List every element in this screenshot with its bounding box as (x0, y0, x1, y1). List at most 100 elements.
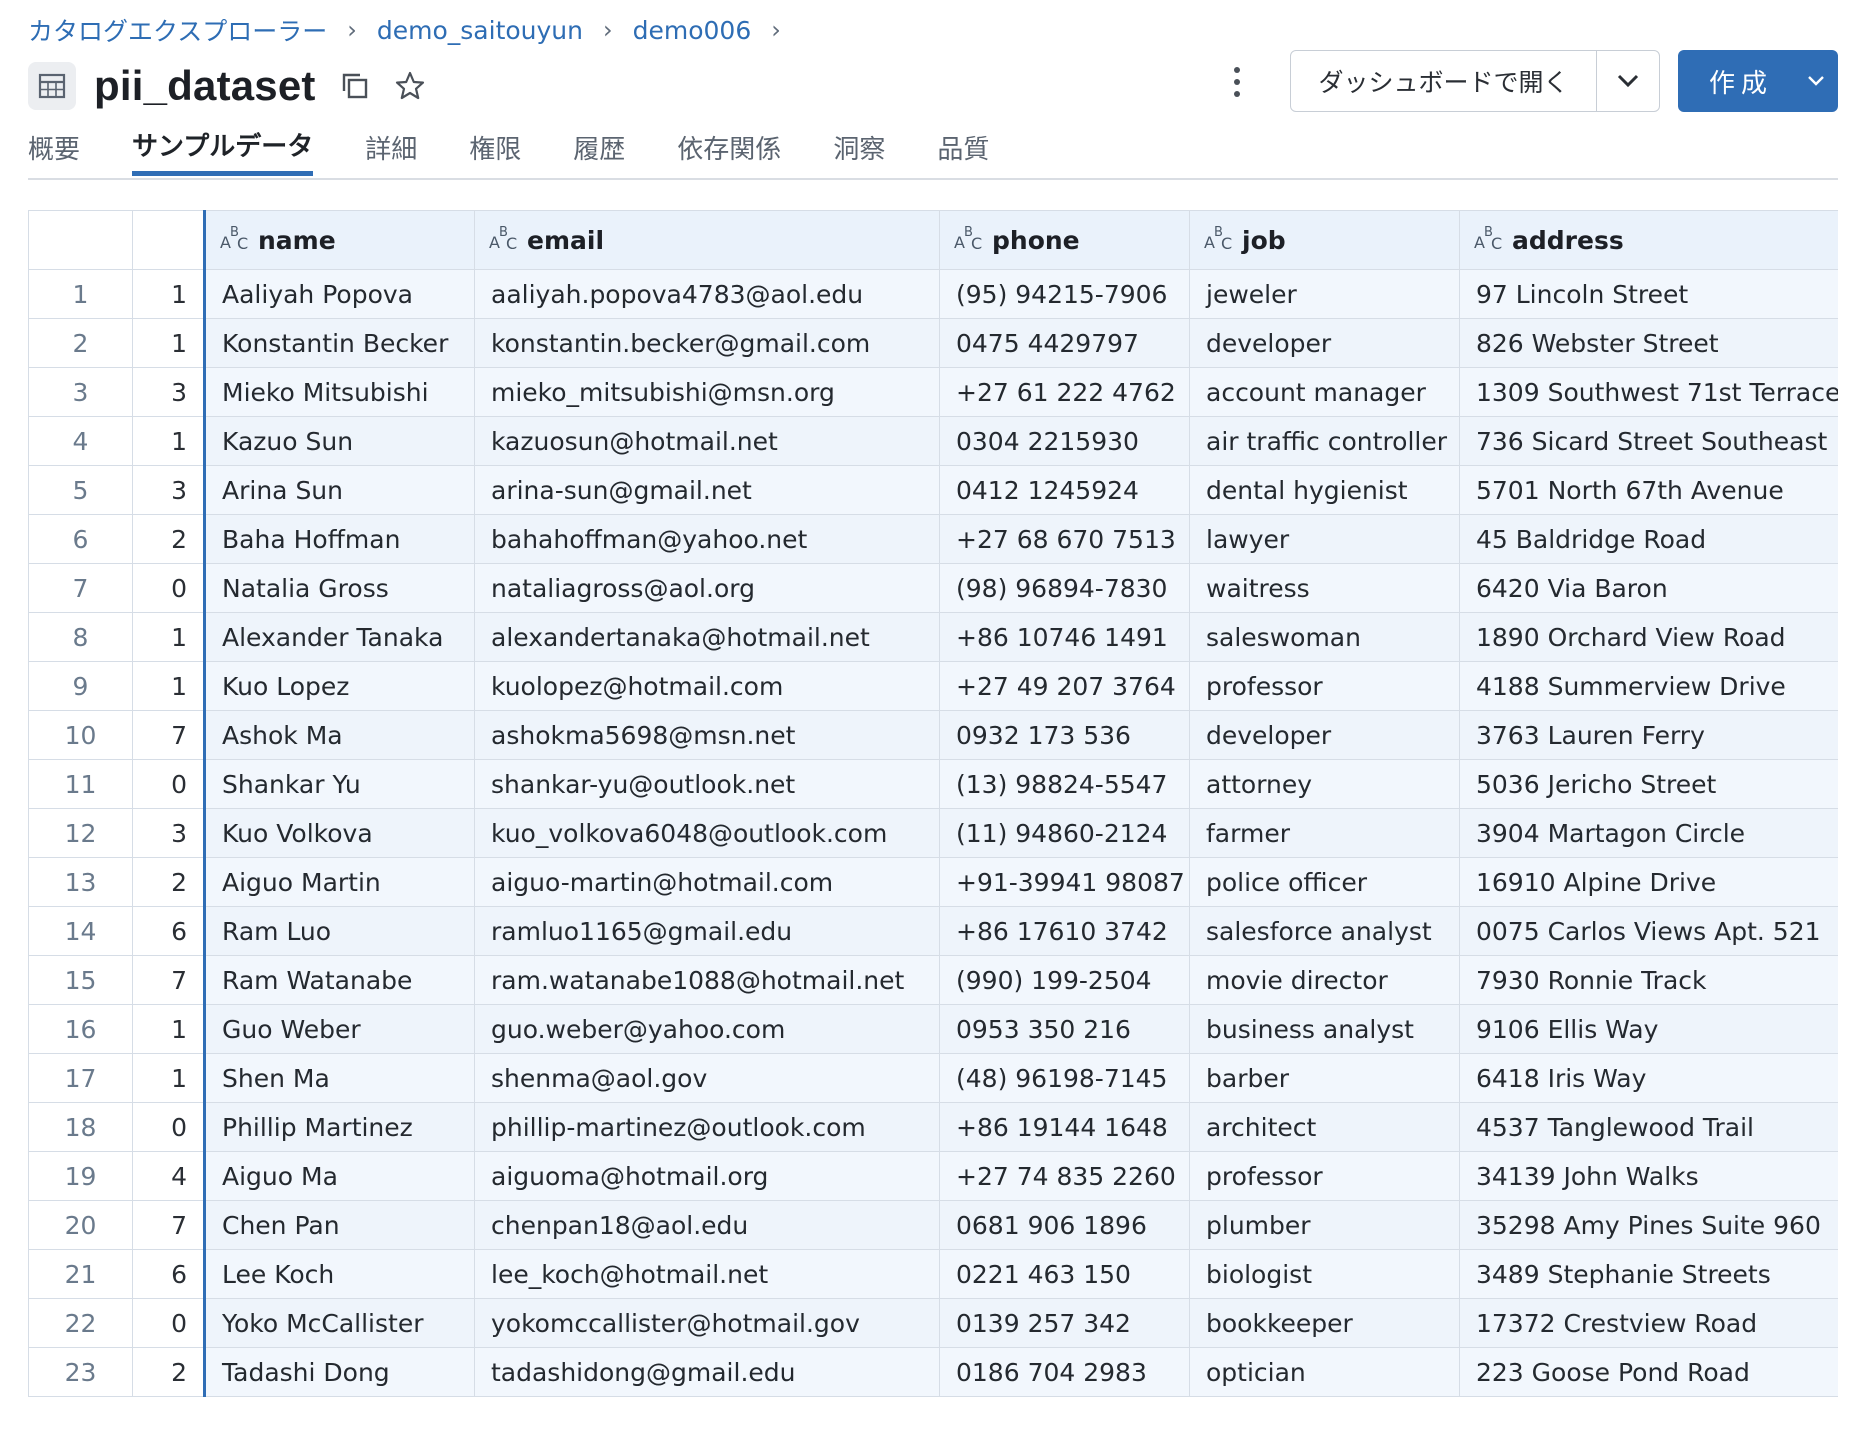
table-cell-address[interactable]: 3763 Lauren Ferry (1459, 710, 1838, 760)
tab-lineage[interactable]: 依存関係 (677, 122, 781, 176)
table-cell-name[interactable]: Alexander Tanaka (203, 612, 475, 662)
row-number-cell[interactable]: 2 (132, 857, 205, 907)
table-cell-email[interactable]: arina-sun@gmail.net (474, 465, 940, 515)
row-number-cell[interactable]: 7 (132, 710, 205, 760)
column-header[interactable]: A B C job (1189, 210, 1460, 270)
table-cell-phone[interactable]: +27 68 670 7513 (939, 514, 1190, 564)
table-cell-email[interactable]: chenpan18@aol.edu (474, 1200, 940, 1250)
table-cell-email[interactable]: ramluo1165@gmail.edu (474, 906, 940, 956)
table-cell-job[interactable]: jeweler (1189, 269, 1460, 319)
tab-overview[interactable]: 概要 (28, 122, 80, 176)
table-cell-email[interactable]: kazuosun@hotmail.net (474, 416, 940, 466)
table-cell-phone[interactable]: 0412 1245924 (939, 465, 1190, 515)
table-cell-phone[interactable]: +86 19144 1648 (939, 1102, 1190, 1152)
table-cell-phone[interactable]: +27 49 207 3764 (939, 661, 1190, 711)
table-cell-name[interactable]: Aiguo Ma (203, 1151, 475, 1201)
table-cell-name[interactable]: Ram Watanabe (203, 955, 475, 1005)
table-cell-address[interactable]: 826 Webster Street (1459, 318, 1838, 368)
table-cell-address[interactable]: 4537 Tanglewood Trail (1459, 1102, 1838, 1152)
table-cell-phone[interactable]: (48) 96198-7145 (939, 1053, 1190, 1103)
table-cell-address[interactable]: 6418 Iris Way (1459, 1053, 1838, 1103)
table-cell-name[interactable]: Arina Sun (203, 465, 475, 515)
row-number-cell[interactable]: 7 (132, 1200, 205, 1250)
table-cell-email[interactable]: kuolopez@hotmail.com (474, 661, 940, 711)
table-cell-email[interactable]: konstantin.becker@gmail.com (474, 318, 940, 368)
table-cell-job[interactable]: professor (1189, 661, 1460, 711)
table-cell-email[interactable]: bahahoffman@yahoo.net (474, 514, 940, 564)
row-number-cell[interactable]: 1 (132, 269, 205, 319)
sample-data-grid[interactable]: A B C name A B C email A B C phone A B C job A B C addr… (28, 210, 1838, 1440)
table-cell-address[interactable]: 7930 Ronnie Track (1459, 955, 1838, 1005)
open-dashboard-button[interactable]: ダッシュボードで開く (1291, 51, 1596, 111)
row-number-cell[interactable]: 3 (132, 367, 205, 417)
table-cell-address[interactable]: 1309 Southwest 71st Terrace (1459, 367, 1838, 417)
table-cell-email[interactable]: shankar-yu@outlook.net (474, 759, 940, 809)
table-cell-phone[interactable]: +86 10746 1491 (939, 612, 1190, 662)
table-cell-job[interactable]: salesforce analyst (1189, 906, 1460, 956)
table-cell-job[interactable]: architect (1189, 1102, 1460, 1152)
table-cell-address[interactable]: 9106 Ellis Way (1459, 1004, 1838, 1054)
tab-details[interactable]: 詳細 (365, 122, 417, 176)
table-cell-email[interactable]: ram.watanabe1088@hotmail.net (474, 955, 940, 1005)
row-number-cell[interactable]: 1 (132, 661, 205, 711)
table-cell-job[interactable]: lawyer (1189, 514, 1460, 564)
table-cell-address[interactable]: 0075 Carlos Views Apt. 521 (1459, 906, 1838, 956)
table-cell-name[interactable]: Yoko McCallister (203, 1298, 475, 1348)
copy-icon[interactable] (340, 71, 370, 101)
row-number-cell[interactable]: 4 (132, 1151, 205, 1201)
table-cell-job[interactable]: bookkeeper (1189, 1298, 1460, 1348)
table-cell-address[interactable]: 5036 Jericho Street (1459, 759, 1838, 809)
star-icon[interactable] (394, 70, 426, 102)
table-cell-name[interactable]: Ram Luo (203, 906, 475, 956)
table-cell-name[interactable]: Lee Koch (203, 1249, 475, 1299)
table-cell-job[interactable]: movie director (1189, 955, 1460, 1005)
table-cell-email[interactable]: guo.weber@yahoo.com (474, 1004, 940, 1054)
table-cell-name[interactable]: Konstantin Becker (203, 318, 475, 368)
table-cell-email[interactable]: lee_koch@hotmail.net (474, 1249, 940, 1299)
table-cell-name[interactable]: Aiguo Martin (203, 857, 475, 907)
table-cell-phone[interactable]: 0932 173 536 (939, 710, 1190, 760)
table-cell-name[interactable]: Ashok Ma (203, 710, 475, 760)
table-cell-name[interactable]: Aaliyah Popova (203, 269, 475, 319)
table-cell-phone[interactable]: (990) 199-2504 (939, 955, 1190, 1005)
tab-quality[interactable]: 品質 (937, 122, 989, 176)
tab-history[interactable]: 履歴 (573, 122, 625, 176)
breadcrumb-schema[interactable]: demo006 (633, 16, 752, 45)
table-cell-job[interactable]: professor (1189, 1151, 1460, 1201)
table-cell-email[interactable]: alexandertanaka@hotmail.net (474, 612, 940, 662)
table-cell-phone[interactable]: 0475 4429797 (939, 318, 1190, 368)
table-cell-name[interactable]: Kuo Lopez (203, 661, 475, 711)
table-cell-job[interactable]: developer (1189, 318, 1460, 368)
table-cell-phone[interactable]: 0221 463 150 (939, 1249, 1190, 1299)
table-cell-phone[interactable]: 0681 906 1896 (939, 1200, 1190, 1250)
table-cell-job[interactable]: dental hygienist (1189, 465, 1460, 515)
table-cell-phone[interactable]: +27 74 835 2260 (939, 1151, 1190, 1201)
table-cell-job[interactable]: air traffic controller (1189, 416, 1460, 466)
table-cell-name[interactable]: Shen Ma (203, 1053, 475, 1103)
table-cell-name[interactable]: Baha Hoffman (203, 514, 475, 564)
table-cell-address[interactable]: 223 Goose Pond Road (1459, 1347, 1838, 1397)
table-cell-name[interactable]: Mieko Mitsubishi (203, 367, 475, 417)
column-header[interactable]: A B C address (1459, 210, 1838, 270)
tab-insights[interactable]: 洞察 (833, 122, 885, 176)
table-cell-name[interactable]: Shankar Yu (203, 759, 475, 809)
row-number-cell[interactable]: 1 (132, 1053, 205, 1103)
row-number-cell[interactable]: 0 (132, 1298, 205, 1348)
table-cell-name[interactable]: Kazuo Sun (203, 416, 475, 466)
tab-sample-data[interactable]: サンプルデータ (132, 122, 314, 176)
table-cell-address[interactable]: 16910 Alpine Drive (1459, 857, 1838, 907)
table-cell-email[interactable]: mieko_mitsubishi@msn.org (474, 367, 940, 417)
table-cell-job[interactable]: biologist (1189, 1249, 1460, 1299)
table-cell-address[interactable]: 35298 Amy Pines Suite 960 (1459, 1200, 1838, 1250)
table-cell-email[interactable]: aaliyah.popova4783@aol.edu (474, 269, 940, 319)
table-cell-job[interactable]: barber (1189, 1053, 1460, 1103)
row-number-cell[interactable]: 6 (132, 1249, 205, 1299)
table-cell-phone[interactable]: (95) 94215-7906 (939, 269, 1190, 319)
table-cell-address[interactable]: 17372 Crestview Road (1459, 1298, 1838, 1348)
table-cell-phone[interactable]: (13) 98824-5547 (939, 759, 1190, 809)
table-cell-phone[interactable]: 0953 350 216 (939, 1004, 1190, 1054)
table-cell-address[interactable]: 4188 Summerview Drive (1459, 661, 1838, 711)
table-cell-address[interactable]: 6420 Via Baron (1459, 563, 1838, 613)
table-cell-job[interactable]: business analyst (1189, 1004, 1460, 1054)
table-cell-phone[interactable]: +86 17610 3742 (939, 906, 1190, 956)
